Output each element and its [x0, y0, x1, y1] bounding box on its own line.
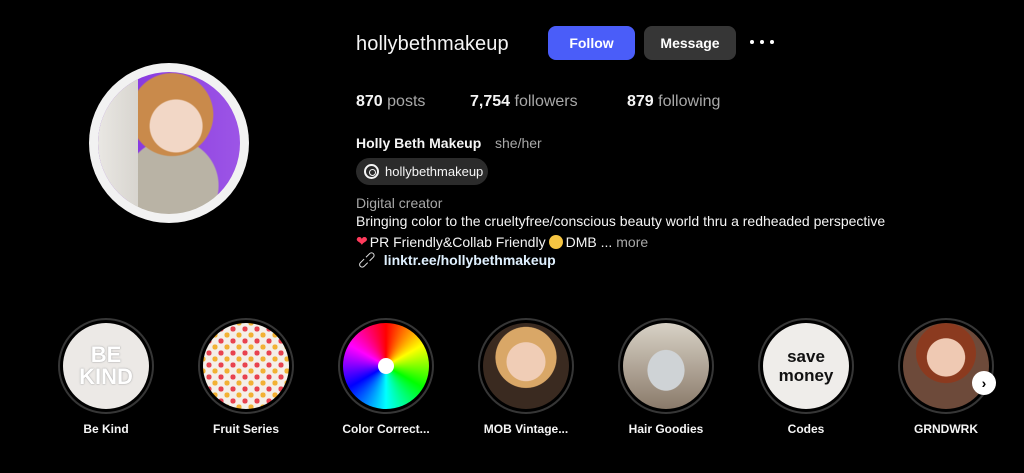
highlight-cover-ring — [198, 318, 294, 414]
bio-line-2: ❤ PR Friendly&Collab Friendly DMB ... mo… — [356, 233, 648, 250]
highlight-label: Color Correct... — [342, 422, 430, 436]
color-wheel-cover — [343, 323, 429, 409]
following-count: 879 — [627, 93, 654, 110]
link-icon: ⊂⊃ — [353, 246, 380, 273]
highlight-hair-goodies[interactable]: Hair Goodies — [618, 318, 714, 436]
posts-count: 870 — [356, 93, 383, 110]
highlight-mob-vintage[interactable]: MOB Vintage... — [478, 318, 574, 436]
profile-avatar[interactable] — [89, 63, 249, 223]
highlight-codes[interactable]: save money Codes — [758, 318, 854, 436]
bio-more-link[interactable]: more — [616, 234, 648, 250]
heart-emoji-icon: ❤ — [356, 233, 368, 249]
highlight-cover-ring: BE KIND — [58, 318, 154, 414]
highlight-cover-ring — [338, 318, 434, 414]
followers-label: followers — [514, 93, 578, 110]
posts-stat: 870 posts — [356, 93, 425, 111]
profile-category: Digital creator — [356, 195, 443, 211]
threads-icon — [364, 164, 379, 179]
threads-link-chip[interactable]: hollybethmakeup — [356, 158, 488, 185]
highlight-cover-ring — [618, 318, 714, 414]
posts-label: posts — [387, 93, 426, 110]
highlight-label: Fruit Series — [212, 422, 280, 436]
highlight-cover-ring — [478, 318, 574, 414]
smiling-face-emoji-icon — [548, 234, 563, 249]
profile-link-text[interactable]: linktr.ee/hollybethmakeup — [384, 252, 556, 268]
highlight-cover — [903, 323, 989, 409]
follow-button[interactable]: Follow — [548, 26, 635, 60]
following-stat[interactable]: 879 following — [627, 93, 720, 111]
profile-link[interactable]: ⊂⊃ linktr.ee/hollybethmakeup — [354, 247, 556, 273]
highlight-label: Be Kind — [83, 422, 129, 436]
highlight-fruit-series[interactable]: Fruit Series — [198, 318, 294, 436]
highlight-label: Hair Goodies — [628, 422, 704, 436]
followers-count: 7,754 — [470, 93, 511, 110]
highlight-cover-ring: save money — [758, 318, 854, 414]
more-options-icon[interactable] — [750, 32, 774, 52]
profile-full-name: Holly Beth Makeup — [356, 135, 482, 151]
highlight-label: MOB Vintage... — [483, 422, 569, 436]
bio-line-1: Bringing color to the crueltyfree/consci… — [356, 213, 886, 229]
threads-handle: hollybethmakeup — [385, 164, 484, 179]
avatar-image — [98, 72, 240, 214]
highlight-cover-text: save money — [778, 347, 834, 385]
highlight-cover-text: BE KIND — [79, 342, 133, 389]
profile-username: hollybethmakeup — [356, 33, 509, 55]
highlight-cover — [623, 323, 709, 409]
message-button[interactable]: Message — [644, 26, 736, 60]
highlight-label: GRNDWRK — [914, 422, 978, 436]
followers-stat[interactable]: 7,754 followers — [470, 93, 578, 111]
highlight-cover: save money — [763, 323, 849, 409]
bio-line-2-text-b: DMB ... — [565, 233, 613, 250]
highlight-cover — [483, 323, 569, 409]
bio-line-2-text-a: PR Friendly&Collab Friendly — [369, 233, 546, 250]
highlight-cover: BE KIND — [63, 323, 149, 409]
chevron-right-icon[interactable]: › — [972, 371, 996, 395]
highlight-cover-ring — [898, 318, 994, 414]
highlight-color-correct[interactable]: Color Correct... — [338, 318, 434, 436]
highlight-be-kind[interactable]: BE KIND Be Kind — [58, 318, 154, 436]
profile-page: hollybethmakeup Follow Message 870 posts… — [0, 0, 1024, 473]
following-label: following — [658, 93, 721, 110]
profile-pronouns: she/her — [495, 135, 542, 151]
highlight-cover — [203, 323, 289, 409]
highlight-label: Codes — [787, 422, 825, 436]
